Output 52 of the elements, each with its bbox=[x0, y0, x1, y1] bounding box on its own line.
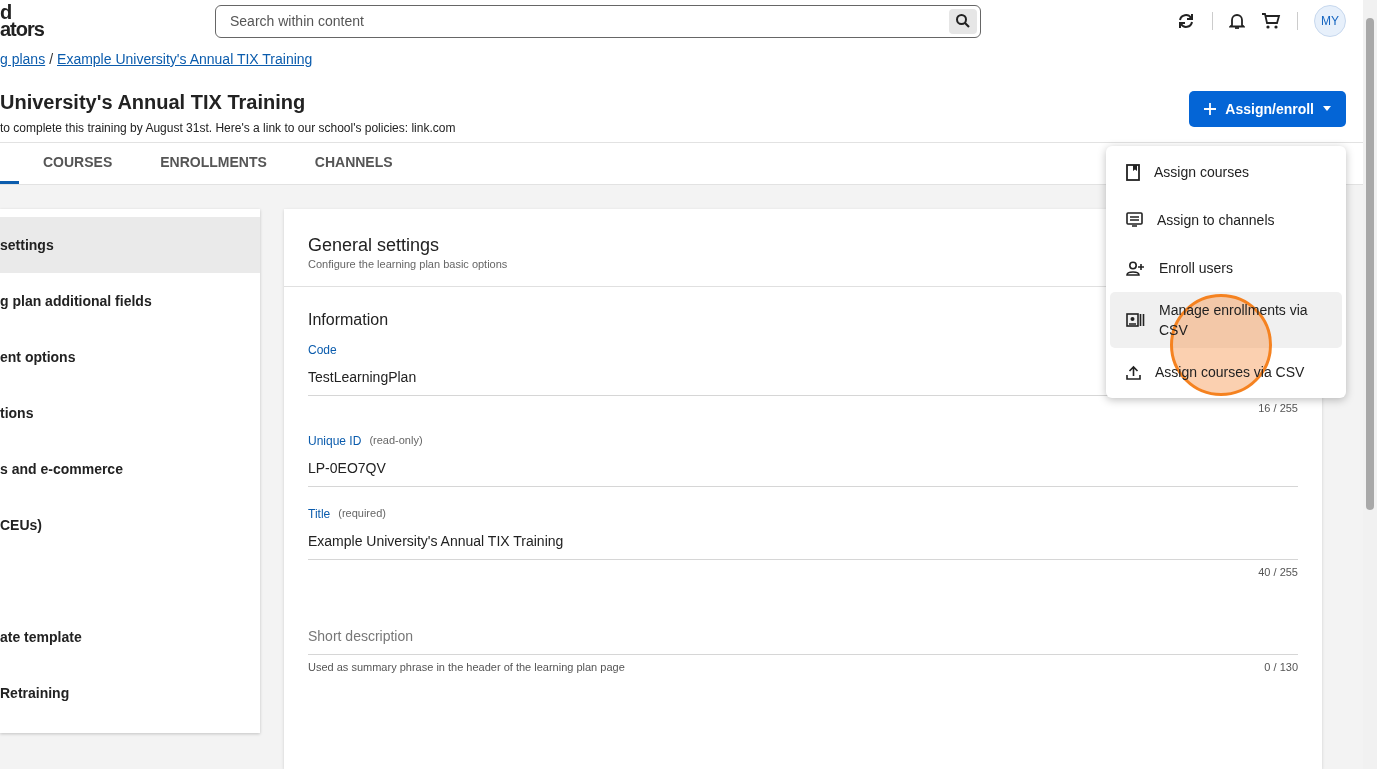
page-title: University's Annual TIX Training bbox=[0, 91, 307, 115]
scrollbar[interactable] bbox=[1363, 0, 1377, 769]
sidebar-item[interactable]: s and e-commerce bbox=[0, 441, 260, 497]
tab[interactable]: CHANNELS bbox=[290, 143, 417, 184]
menu-item[interactable]: Assign to channels bbox=[1110, 196, 1342, 244]
sidebar-item[interactable]: Retraining bbox=[0, 665, 260, 721]
tab[interactable]: COURSES bbox=[19, 143, 137, 184]
sidebar-item[interactable]: g plan additional fields bbox=[0, 273, 260, 329]
breadcrumb-separator: / bbox=[49, 50, 54, 67]
helper-text: Used as summary phrase in the header of the learning plan page bbox=[308, 661, 625, 673]
tab[interactable]: ENROLLMENTS bbox=[136, 143, 291, 184]
section-title: Information bbox=[308, 311, 389, 329]
input-field[interactable]: Example University's Annual TIX Training bbox=[308, 521, 1298, 560]
menu-item[interactable]: Assign courses bbox=[1110, 148, 1342, 196]
monitor-icon bbox=[1126, 212, 1143, 228]
id-card-icon bbox=[1126, 313, 1145, 327]
search-field[interactable]: Search within content bbox=[215, 4, 981, 38]
caret-icon bbox=[1322, 106, 1332, 113]
field-label: Unique ID bbox=[308, 434, 362, 448]
card-subtitle: Configure the learning plan basic options bbox=[308, 258, 508, 270]
field-note: (read-only) bbox=[369, 434, 423, 448]
field-label: Code bbox=[308, 343, 337, 357]
sidebar-item[interactable]: tions bbox=[0, 385, 260, 441]
bell-icon[interactable] bbox=[1229, 12, 1245, 31]
sidebar-item[interactable]: ent options bbox=[0, 329, 260, 385]
user-avatar[interactable]: MY bbox=[1314, 5, 1346, 38]
field-label: Title bbox=[308, 507, 331, 521]
sidebar-item[interactable]: CEUs) bbox=[0, 497, 260, 553]
input-field[interactable]: LP-0EO7QV bbox=[308, 448, 1298, 487]
scrollbar-thumb[interactable] bbox=[1366, 18, 1374, 510]
plus-icon bbox=[1203, 102, 1218, 117]
sidebar-item[interactable]: settings bbox=[0, 217, 260, 273]
breadcrumb-link[interactable]: g plans bbox=[0, 50, 46, 67]
character-counter: 40 / 255 bbox=[1258, 566, 1298, 578]
cart-icon[interactable] bbox=[1261, 12, 1281, 31]
character-counter: 16 / 255 bbox=[1258, 402, 1298, 414]
character-counter: 0 / 130 bbox=[1264, 661, 1298, 673]
breadcrumb-link[interactable]: Example University's Annual TIX Training bbox=[57, 50, 313, 67]
assign-enroll-button[interactable]: Assign/enroll bbox=[1189, 91, 1346, 128]
search-button[interactable] bbox=[949, 8, 977, 34]
sync-icon[interactable] bbox=[1176, 12, 1196, 31]
logo[interactable]: d ators bbox=[0, 4, 215, 39]
upload-icon bbox=[1126, 364, 1141, 380]
menu-item[interactable]: Enroll users bbox=[1110, 244, 1342, 292]
search-icon bbox=[955, 13, 971, 30]
book-icon bbox=[1126, 163, 1140, 181]
sidebar-item[interactable]: ate template bbox=[0, 609, 260, 665]
input-field[interactable]: Short description bbox=[308, 598, 1298, 655]
page-description: to complete this training by August 31st. Here's a link to our school's policies: link.com bbox=[0, 121, 456, 136]
card-title: General settings bbox=[308, 235, 440, 256]
field-note: (required) bbox=[338, 507, 386, 521]
add-user-icon bbox=[1126, 260, 1145, 276]
